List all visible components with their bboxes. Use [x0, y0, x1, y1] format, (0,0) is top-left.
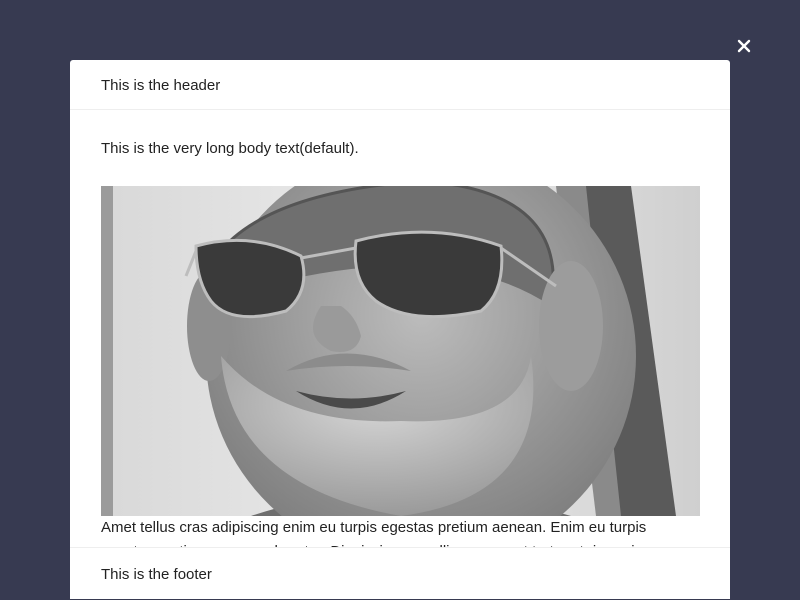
close-icon: [737, 39, 751, 53]
modal-header: This is the header: [70, 60, 730, 110]
portrait-photo: [101, 186, 700, 516]
portrait-photo-illustration: [101, 186, 700, 516]
close-button[interactable]: [733, 35, 755, 57]
modal-footer: This is the footer: [70, 547, 730, 599]
modal-footer-title: This is the footer: [101, 566, 212, 583]
modal-body-paragraph: Amet tellus cras adipiscing enim eu turp…: [101, 519, 669, 547]
modal-dialog: This is the header This is the very long…: [70, 60, 730, 599]
modal-header-title: This is the header: [101, 77, 221, 94]
modal-body-intro: This is the very long body text(default)…: [101, 140, 359, 157]
modal-body[interactable]: This is the very long body text(default)…: [70, 111, 730, 547]
